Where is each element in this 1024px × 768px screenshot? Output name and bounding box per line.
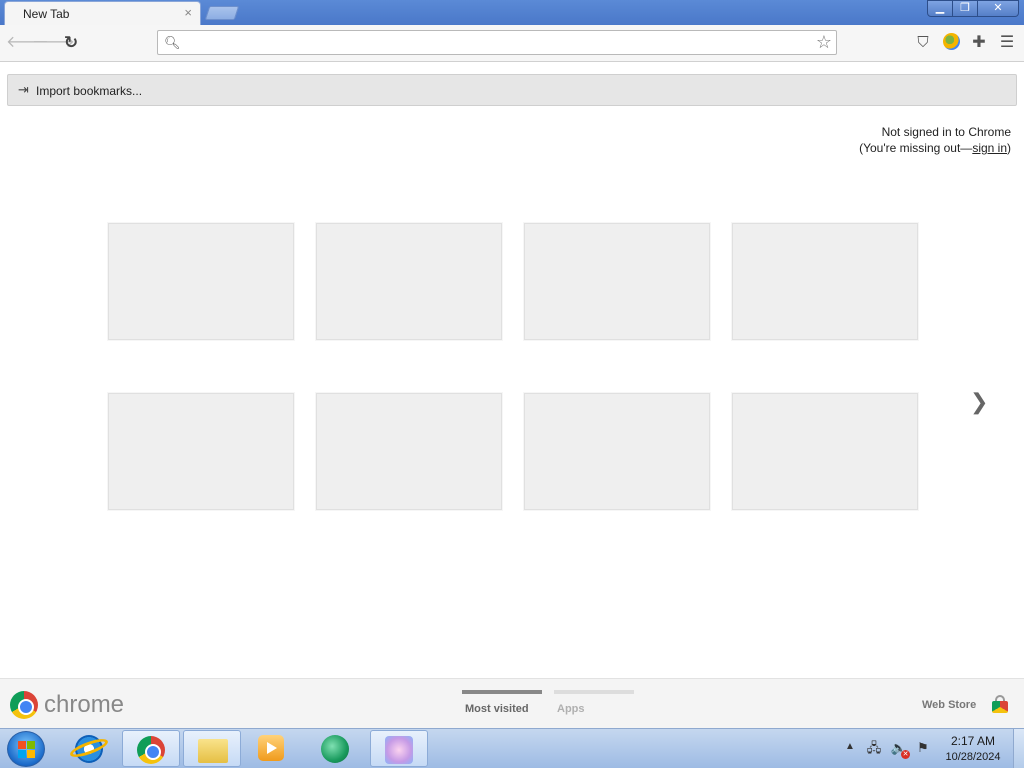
forward-arrow-icon[interactable]: 🡒 <box>32 32 75 54</box>
show-desktop-button[interactable] <box>1013 729 1024 768</box>
most-visited-tile[interactable] <box>108 223 294 340</box>
browser-toolbar: 🡐 🡒 ↻ 🔍︎ ☆ ⛉ ✚ ☰ <box>0 25 1024 62</box>
action-center-flag-icon[interactable]: ⚑ <box>914 739 932 757</box>
tab-apps[interactable]: Apps <box>557 703 585 715</box>
most-visited-tile[interactable] <box>524 223 710 340</box>
taskbar-paint-app[interactable] <box>370 730 428 767</box>
new-tab-button[interactable] <box>204 6 240 20</box>
most-visited-tile[interactable] <box>732 223 918 340</box>
avatar-icon[interactable] <box>941 33 961 53</box>
tab-new-tab[interactable]: New Tab × <box>4 1 201 25</box>
signin-notice: Not signed in to Chrome (You're missing … <box>859 124 1011 156</box>
search-icon: 🔍︎ <box>164 35 181 50</box>
taskbar-green-app[interactable] <box>307 730 365 767</box>
start-orb[interactable] <box>7 731 45 767</box>
most-visited-tile[interactable] <box>108 393 294 510</box>
next-page-chevron-icon[interactable]: ❯ <box>970 389 988 415</box>
system-clock[interactable]: 2:17 AM 10/28/2024 <box>940 733 1006 765</box>
volume-muted-icon[interactable]: 🔈 ✕ <box>890 739 910 759</box>
close-window-button[interactable]: ✕ <box>977 0 1019 17</box>
omnibox[interactable]: 🔍︎ ☆ <box>157 30 837 55</box>
import-icon: ⇥ <box>18 82 29 97</box>
bookmark-star-icon[interactable]: ☆ <box>816 32 832 53</box>
network-icon[interactable]: 🖧 <box>865 739 883 757</box>
menu-icon[interactable]: ☰ <box>997 33 1017 53</box>
clock-date: 10/28/2024 <box>945 751 1001 763</box>
back-arrow-icon[interactable]: 🡐 <box>6 32 49 54</box>
tab-most-visited[interactable]: Most visited <box>465 703 529 715</box>
most-visited-tile[interactable] <box>316 393 502 510</box>
clock-time: 2:17 AM <box>950 734 996 748</box>
title-bar: New Tab × ▁ ❐ ✕ <box>0 0 1024 25</box>
chrome-wordmark: chrome <box>44 691 125 718</box>
pocket-icon[interactable]: ⛉ <box>913 33 933 53</box>
chrome-logo-icon <box>10 691 38 719</box>
most-visited-tile[interactable] <box>732 393 918 510</box>
ntp-footer: chrome Most visited Apps Web Store <box>0 678 1024 728</box>
windows-flag-icon <box>18 741 36 759</box>
taskbar-chrome[interactable] <box>122 730 180 767</box>
taskbar-internet-explorer[interactable] <box>61 730 119 767</box>
import-bookmarks-bar[interactable]: ⇥ Import bookmarks... <box>7 74 1017 106</box>
file-explorer-icon <box>198 739 228 763</box>
tab-title: New Tab <box>23 7 70 21</box>
taskbar-media-player[interactable] <box>244 730 302 767</box>
media-player-icon <box>258 735 284 761</box>
omnibox-input[interactable] <box>184 33 804 52</box>
web-store-icon[interactable] <box>990 695 1010 715</box>
minimize-button[interactable]: ▁ <box>927 0 953 17</box>
most-visited-indicator <box>462 690 542 694</box>
windows-taskbar: ▲ 🖧 🔈 ✕ ⚑ 2:17 AM 10/28/2024 <box>0 728 1024 768</box>
chrome-icon <box>137 736 165 764</box>
most-visited-tile[interactable] <box>524 393 710 510</box>
puzzle-icon[interactable]: ✚ <box>969 33 989 53</box>
apps-indicator <box>554 690 634 694</box>
show-hidden-icons-icon[interactable]: ▲ <box>845 741 855 752</box>
signin-promo: (You're missing out—sign in) <box>859 141 1011 155</box>
restore-button[interactable]: ❐ <box>952 0 978 17</box>
green-app-icon <box>321 735 349 763</box>
taskbar-file-explorer[interactable] <box>183 730 241 767</box>
sign-in-link[interactable]: sign in <box>972 141 1007 155</box>
most-visited-tile[interactable] <box>316 223 502 340</box>
tab-close-icon[interactable]: × <box>184 5 192 20</box>
signin-status: Not signed in to Chrome <box>881 125 1011 139</box>
reload-icon[interactable]: ↻ <box>60 32 82 54</box>
paint-app-icon <box>385 736 413 764</box>
import-bookmarks-label[interactable]: Import bookmarks... <box>36 84 142 98</box>
web-store-link[interactable]: Web Store <box>922 699 976 711</box>
